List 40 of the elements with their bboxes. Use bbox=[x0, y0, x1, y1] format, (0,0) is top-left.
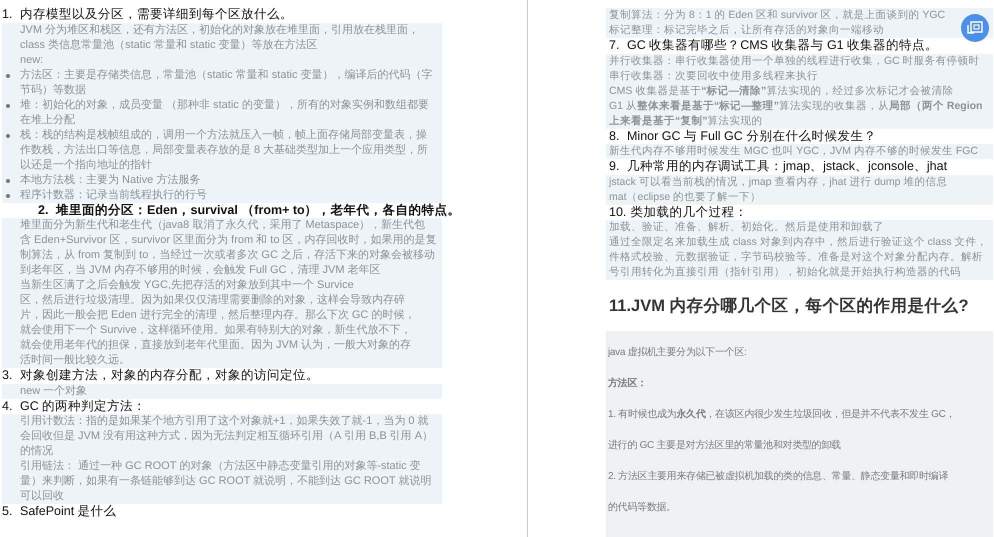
heading-number: 7. bbox=[609, 38, 620, 54]
heading-number: 5. bbox=[2, 504, 14, 520]
bullet-icon bbox=[6, 134, 10, 138]
article-text-line: java 虚拟机主要分为以下一个区: bbox=[608, 346, 748, 360]
list-text-line: 栈：栈的结构是栈帧组成的，调用一个方法就压入一帧，帧上面存储局部变量表，操 bbox=[19, 128, 428, 142]
article-title: 11.JVM 内存分哪几个区，每个区的作用是什么? bbox=[609, 296, 970, 317]
article-text-line: 方法区： bbox=[608, 376, 648, 391]
list-text-line: 在堆上分配 bbox=[19, 112, 76, 128]
list-text-line: 作数栈，方法出口等信息，局部变量表存放的是 8 大基础类型加上一个应用类型，所 bbox=[19, 142, 428, 158]
list-text-line: 节码）等数据 bbox=[19, 82, 87, 98]
bullet-icon bbox=[6, 104, 10, 108]
section-heading: 类加载的几个过程： bbox=[630, 204, 748, 218]
list-text-line: 以还是一个指向地址的指针 bbox=[19, 158, 153, 172]
heading-number: 3. bbox=[2, 368, 14, 384]
bullet-icon bbox=[6, 178, 10, 182]
window-icon bbox=[967, 21, 983, 35]
bullet-icon bbox=[6, 74, 10, 78]
heading-number: 10. bbox=[609, 204, 626, 220]
section-heading: GC 的两种判定方法： bbox=[20, 398, 146, 412]
article-text-line: 2. 方法区主要用来存储已被虚拟机加载的类的信息、常量、静态变量和即时编译 bbox=[608, 470, 950, 484]
heading-number: 4. bbox=[2, 398, 14, 414]
section-heading: GC 收集器有哪些？CMS 收集器与 G1 收集器的特点。 bbox=[627, 38, 938, 52]
section-heading: SafePoint 是什么 bbox=[20, 504, 117, 518]
heading-number: 9. bbox=[609, 159, 620, 174]
list-text-line: 程序计数器：记录当前线程执行的行号 bbox=[19, 188, 207, 202]
article-text-line: 进行的 GC 主要是对方法区里的常量池和对类型的卸载 bbox=[608, 438, 842, 453]
section-heading: 几种常用的内存调试工具：jmap、jstack、jconsole、jhat bbox=[627, 159, 948, 173]
heading-number: 1. bbox=[2, 7, 14, 22]
section-heading: 内存模型以及分区，需要详细到每个区放什么。 bbox=[20, 7, 293, 21]
heading-number: 8. bbox=[609, 128, 620, 144]
section-heading: 堆里面的分区：Eden，survival （from+ to），老年代，各自的特点。 bbox=[56, 202, 461, 216]
article-text-line: 的代码等数据。 bbox=[608, 500, 677, 515]
section-heading: 对象创建方法，对象的内存分配，对象的访问定位。 bbox=[20, 368, 319, 382]
list-text-line: 堆：初始化的对象，成员变量 （那种非 static 的变量），所有的对象实例和数组都要 bbox=[19, 98, 429, 112]
bullet-icon bbox=[6, 194, 10, 198]
list-text-line: 本地方法栈：主要为 Native 方法服务 bbox=[19, 172, 200, 188]
list-text-line: 方法区：主要是存储类信息，常量池（static 常量和 static 变量），编译后的代码（字 bbox=[19, 68, 433, 82]
heading-number: 2. bbox=[38, 202, 50, 218]
section-heading: Minor GC 与 Full GC 分别在什么时候发生？ bbox=[627, 128, 876, 142]
article-text-line: 1. 有时候也成为永久代，在该区内很少发生垃圾回收，但是并不代表不发生 GC， bbox=[608, 407, 956, 422]
